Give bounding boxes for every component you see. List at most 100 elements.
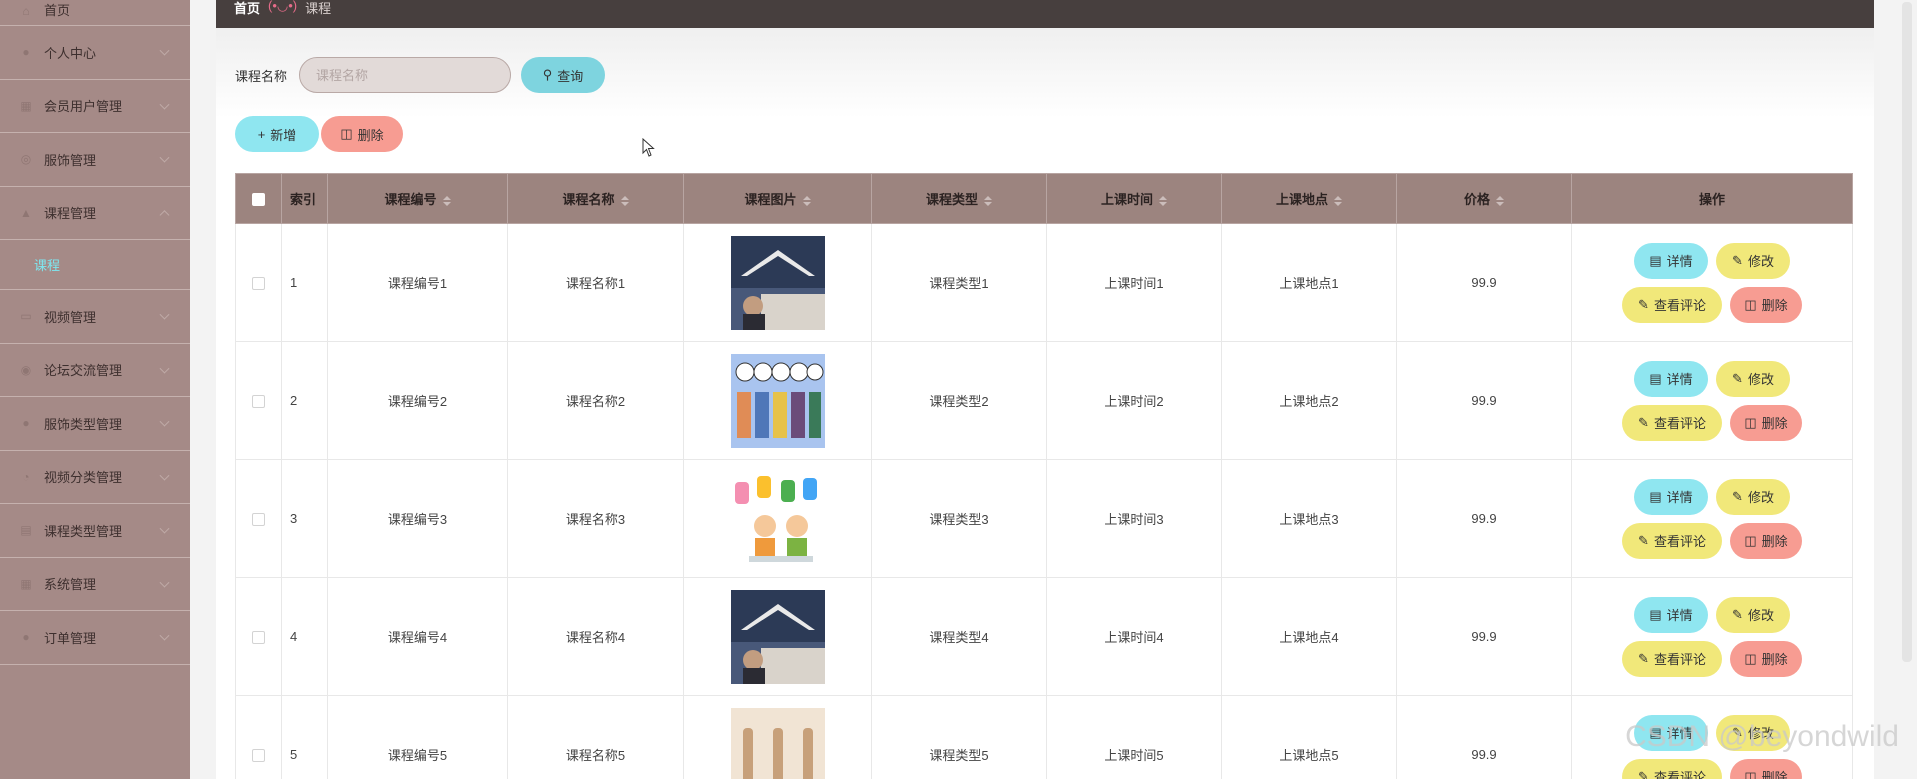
sort-icon[interactable] <box>1496 195 1504 206</box>
sidebar-item-user[interactable]: ● 个人中心 <box>0 26 190 80</box>
detail-button[interactable]: ▤ 详情 <box>1634 596 1708 633</box>
header-index: 索引 <box>281 173 328 224</box>
header-class-place[interactable]: 上课地点 <box>1221 173 1397 224</box>
row-select-cell <box>235 577 282 696</box>
sidebar-item-home[interactable]: ⌂ 首页 <box>0 0 190 26</box>
view-comments-label: 查看评论 <box>1653 770 1706 779</box>
sort-icon[interactable] <box>984 195 992 206</box>
row-checkbox[interactable] <box>252 631 265 645</box>
sort-icon[interactable] <box>1334 195 1342 206</box>
breadcrumb-home[interactable]: 首页 <box>234 0 260 17</box>
row-action-row: ✎ 查看评论 ◫ 删除 <box>1622 404 1802 441</box>
header-price[interactable]: 价格 <box>1396 173 1572 224</box>
add-button[interactable]: + 新增 <box>235 116 319 152</box>
view-comments-button[interactable]: ✎ 查看评论 <box>1622 286 1722 323</box>
delete-row-button[interactable]: ◫ 删除 <box>1730 404 1802 441</box>
course-name-search-input[interactable] <box>299 57 512 93</box>
sidebar-item-users[interactable]: ▦ 会员用户管理 <box>0 80 190 133</box>
sidebar-item-system[interactable]: ▦ 系统管理 <box>0 558 190 611</box>
main-content: 课程名称 ⚲ 查询 + 新增 ◫ 删除 索引 <box>216 28 1874 779</box>
delete-row-button[interactable]: ◫ 删除 <box>1730 758 1802 779</box>
sidebar-item-course-type[interactable]: ▤ 课程类型管理 <box>0 504 190 558</box>
edit-button[interactable]: ✎ 修改 <box>1716 360 1790 397</box>
edit-button-label: 修改 <box>1747 372 1774 387</box>
row-course-type: 课程类型2 <box>871 341 1047 460</box>
header-course-type[interactable]: 课程类型 <box>871 173 1047 224</box>
trash-icon: ◫ <box>1744 296 1757 312</box>
row-course-image <box>683 341 872 460</box>
row-checkbox[interactable] <box>252 513 265 527</box>
header-course-code[interactable]: 课程编号 <box>327 173 508 224</box>
sort-icon[interactable] <box>442 195 451 206</box>
edit-button[interactable]: ✎ 修改 <box>1716 478 1790 515</box>
query-button[interactable]: ⚲ 查询 <box>521 57 606 93</box>
sidebar-item-clothing-type[interactable]: ● 服饰类型管理 <box>0 397 190 451</box>
edit-button-label: 修改 <box>1747 490 1774 505</box>
edit-button[interactable]: ✎ 修改 <box>1716 596 1790 633</box>
chevron-down-icon <box>159 523 170 534</box>
batch-delete-button[interactable]: ◫ 删除 <box>321 116 403 152</box>
edit-button-label: 修改 <box>1747 254 1774 269</box>
row-course-type: 课程类型3 <box>871 459 1047 578</box>
row-course-name: 课程名称2 <box>507 341 684 460</box>
row-actions: ▤ 详情 ✎ 修改 ✎ 查看评论 ◫ 删除 <box>1571 577 1853 696</box>
edit-button[interactable]: ✎ 修改 <box>1716 242 1790 279</box>
users-icon: ▦ <box>20 98 32 113</box>
chevron-down-icon <box>159 416 170 427</box>
header-course-type-label: 课程类型 <box>925 192 978 207</box>
search-icon: ⚲ <box>542 67 553 82</box>
header-course-name[interactable]: 课程名称 <box>507 173 684 224</box>
row-class-place: 上课地点4 <box>1221 577 1397 696</box>
sidebar-item-label: 视频分类管理 <box>44 470 123 486</box>
sidebar-item-video[interactable]: ▭ 视频管理 <box>0 290 190 344</box>
detail-button[interactable]: ▤ 详情 <box>1634 360 1708 397</box>
sidebar-item-course[interactable]: ▲ 课程管理 <box>0 187 190 240</box>
row-price: 99.9 <box>1396 341 1572 460</box>
sort-icon[interactable] <box>802 195 811 206</box>
pencil-icon: ✎ <box>1638 296 1649 312</box>
header-course-name-label: 课程名称 <box>562 192 615 207</box>
view-comments-button[interactable]: ✎ 查看评论 <box>1622 640 1722 677</box>
edit-button-label: 修改 <box>1747 608 1774 623</box>
delete-row-button[interactable]: ◫ 删除 <box>1730 286 1802 323</box>
detail-button[interactable]: ▤ 详情 <box>1634 242 1708 279</box>
pencil-icon: ✎ <box>1732 370 1743 386</box>
chevron-down-icon <box>159 45 170 56</box>
breadcrumb-separator: (•◡•) <box>268 0 298 13</box>
sidebar-item-clothing[interactable]: ◎ 服饰管理 <box>0 133 190 187</box>
row-checkbox[interactable] <box>252 395 265 409</box>
sidebar-item-label: 课程管理 <box>44 206 97 222</box>
row-checkbox[interactable] <box>252 749 265 763</box>
sort-icon[interactable] <box>1159 195 1167 206</box>
detail-button[interactable]: ▤ 详情 <box>1634 478 1708 515</box>
select-all-checkbox[interactable] <box>252 193 265 207</box>
row-action-row: ▤ 详情 ✎ 修改 <box>1634 596 1790 633</box>
view-comments-button[interactable]: ✎ 查看评论 <box>1622 522 1722 559</box>
course-image-yoga <box>730 707 825 779</box>
delete-row-button[interactable]: ◫ 删除 <box>1730 640 1802 677</box>
mouse-cursor-icon <box>642 138 655 157</box>
sort-icon[interactable] <box>620 195 629 206</box>
sidebar-item-order[interactable]: ● 订单管理 <box>0 611 190 665</box>
row-course-name: 课程名称5 <box>507 695 684 779</box>
sidebar-item-video-category[interactable]: ◔ 视频分类管理 <box>0 451 190 504</box>
view-comments-button[interactable]: ✎ 查看评论 <box>1622 758 1722 779</box>
row-action-row: ▤ 详情 ✎ 修改 <box>1634 360 1790 397</box>
chevron-down-icon <box>159 630 170 641</box>
header-course-image[interactable]: 课程图片 <box>683 173 872 224</box>
row-price: 99.9 <box>1396 577 1572 696</box>
view-comments-button[interactable]: ✎ 查看评论 <box>1622 404 1722 441</box>
row-course-code: 课程编号2 <box>327 341 508 460</box>
document-icon: ▤ <box>1649 370 1662 386</box>
sidebar-subitem-course[interactable]: 课程 <box>0 240 190 290</box>
row-checkbox[interactable] <box>252 277 265 291</box>
sidebar-item-forum[interactable]: ◉ 论坛交流管理 <box>0 344 190 397</box>
sidebar-item-label: 订单管理 <box>44 630 97 646</box>
delete-row-button[interactable]: ◫ 删除 <box>1730 522 1802 559</box>
trash-icon: ◫ <box>1744 414 1757 430</box>
header-class-time[interactable]: 上课时间 <box>1046 173 1222 224</box>
pencil-icon: ✎ <box>1732 252 1743 268</box>
table-row: 3 课程编号3 课程名称3 课程类型3 上课时间3 上课地点3 99.9 ▤ 详情 ✎ 修改 ✎ 查看评… <box>235 459 1853 578</box>
page-scrollbar[interactable] <box>1902 2 1912 662</box>
detail-button-label: 详情 <box>1666 490 1693 505</box>
